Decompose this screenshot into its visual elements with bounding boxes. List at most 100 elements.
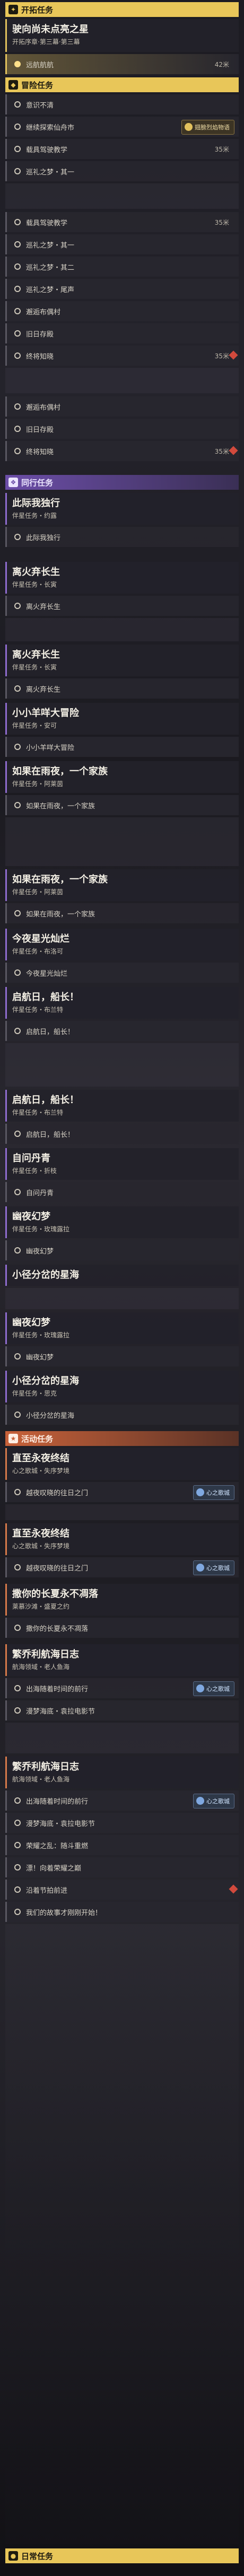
- list-item[interactable]: 如果在雨夜，一个家族: [5, 903, 239, 923]
- circle-icon: [14, 910, 21, 916]
- quest-card[interactable]: 如果在雨夜，一个家族 伴星任务・阿莱茵: [5, 761, 239, 793]
- step-label: 启航日，船长！: [26, 1028, 75, 1036]
- list-item[interactable]: 出海随着时间的前行 心之歌城: [5, 1678, 239, 1698]
- circle-icon: [14, 241, 21, 248]
- step-label: 旧日存殿: [26, 426, 54, 434]
- target-marker-icon: [14, 61, 21, 67]
- quest-card[interactable]: 自问丹青 伴星任务・折枝: [5, 1148, 239, 1180]
- list-item[interactable]: 继续探索仙舟市 翅膀烈焰物语: [5, 117, 239, 137]
- section-header-daily[interactable]: ● 日常任务: [5, 2548, 239, 2563]
- quest-card[interactable]: 幽夜幻梦 伴星任务・玫瑰露拉: [5, 1312, 239, 1344]
- list-item[interactable]: 撒你的长夏永不凋落: [5, 1618, 239, 1638]
- list-item[interactable]: 离火弃长生: [5, 678, 239, 699]
- step-label: 载具驾驶教学: [26, 146, 68, 154]
- quest-card[interactable]: 直至永夜终结 心之歌城・失序梦境: [5, 1448, 239, 1480]
- quest-card[interactable]: 启航日，船长！ 伴星任务・布兰特: [5, 1090, 239, 1122]
- section-header-companion[interactable]: ❖ 同行任务: [5, 475, 239, 490]
- quest-subtitle: 伴星任务・约露: [12, 512, 57, 519]
- list-item[interactable]: 漂！向着荣耀之巅: [5, 1857, 239, 1877]
- quest-card[interactable]: 小小羊咩大冒险 伴星任务・安可: [5, 703, 239, 735]
- list-item[interactable]: 小小羊咩大冒险: [5, 737, 239, 757]
- list-item[interactable]: 幽夜幻梦: [5, 1346, 239, 1366]
- circle-icon: [14, 685, 21, 692]
- divider: [5, 817, 239, 866]
- list-item[interactable]: 漫梦海底・袁拉电影节: [5, 1813, 239, 1833]
- quest-subtitle: 伴星任务・思克: [12, 1390, 57, 1397]
- step-label: 远航航航: [26, 61, 54, 69]
- quest-card[interactable]: 小径分岔的星海 伴星任务・思克: [5, 1371, 239, 1402]
- list-item[interactable]: 终将知晓 35米: [5, 346, 239, 366]
- list-item[interactable]: 如果在雨夜，一个家族: [5, 795, 239, 815]
- section-title: 日常任务: [21, 2551, 54, 2561]
- quest-card[interactable]: 今夜星光灿烂 伴星任务・布洛可: [5, 929, 239, 960]
- list-item[interactable]: 邂逅布偶村: [5, 301, 239, 321]
- list-item[interactable]: 小径分岔的星海: [5, 1405, 239, 1425]
- quest-title: 小小羊咩大冒险: [12, 708, 79, 719]
- list-item[interactable]: 启航日，船长！: [5, 1021, 239, 1041]
- list-item[interactable]: 荣耀之乱：随斗重燃: [5, 1835, 239, 1855]
- list-item[interactable]: 巡礼之梦・其一: [5, 234, 239, 254]
- list-item[interactable]: 出海随着时间的前行 心之歌城: [5, 1790, 239, 1811]
- list-item[interactable]: 此际我独行: [5, 527, 239, 547]
- step-label: 漫梦海底・袁拉电影节: [26, 1820, 95, 1828]
- quest-card[interactable]: 直至永夜终结 心之歌城・失序梦境: [5, 1523, 239, 1555]
- event-badge: 心之歌城: [193, 1485, 234, 1500]
- event-badge-icon: [196, 1488, 204, 1496]
- list-item[interactable]: 载具驾驶教学 35米: [5, 212, 239, 232]
- list-item[interactable]: 意识不清: [5, 94, 239, 114]
- list-item[interactable]: 越夜叹晓的往日之门 心之歌城: [5, 1482, 239, 1502]
- circle-icon: [14, 403, 21, 410]
- list-item[interactable]: 旧日存殿: [5, 323, 239, 343]
- list-item[interactable]: 巡礼之梦・尾声: [5, 279, 239, 299]
- circle-icon: [14, 1886, 21, 1893]
- companion-icon: ❖: [8, 478, 18, 487]
- list-item[interactable]: 终将知晓 35米: [5, 441, 239, 461]
- event-badge: 心之歌城: [193, 1794, 234, 1809]
- list-item[interactable]: 我们的故事才刚刚开始！: [5, 1902, 239, 1922]
- step-label: 离火弃长生: [26, 685, 61, 694]
- quest-card[interactable]: 驶向尚未点亮之星 开拓序章·第三幕·第三幕: [5, 19, 239, 52]
- quest-card[interactable]: 离火弃长生 伴星任务・长寅: [5, 645, 239, 676]
- step-label: 终将知晓: [26, 352, 54, 361]
- event-badge-icon: [196, 1797, 204, 1805]
- quest-title: 幽夜幻梦: [12, 1211, 50, 1222]
- quest-card[interactable]: 如果在雨夜，一个家族 伴星任务・阿莱茵: [5, 869, 239, 901]
- quest-title: 今夜星光灿烂: [12, 933, 69, 945]
- marker-icon: [229, 446, 238, 455]
- list-item[interactable]: 今夜星光灿烂: [5, 963, 239, 983]
- list-item[interactable]: 幽夜幻梦: [5, 1240, 239, 1260]
- circle-icon: [14, 1909, 21, 1915]
- quest-card[interactable]: 此际我独行 伴星任务・约露: [5, 493, 239, 525]
- list-item[interactable]: 巡礼之梦・其一: [5, 161, 239, 181]
- circle-icon: [14, 308, 21, 314]
- list-item[interactable]: 载具驾驶教学 35米: [5, 139, 239, 159]
- quest-card[interactable]: 繁乔利航海日志 航海领域・老人鱼海: [5, 1644, 239, 1676]
- quest-card[interactable]: 幽夜幻梦 伴星任务・玫瑰露拉: [5, 1206, 239, 1238]
- section-header-trailblaze[interactable]: ✦ 开拓任务: [5, 2, 239, 17]
- quest-title: 如果在雨夜，一个家族: [12, 874, 108, 885]
- quest-step-selected[interactable]: 远航航航 42米: [5, 54, 239, 74]
- step-distance: 35米: [214, 218, 229, 226]
- list-item[interactable]: 越夜叹晓的往日之门 心之歌城: [5, 1557, 239, 1577]
- quest-card[interactable]: 启航日，船长！ 伴星任务・布兰特: [5, 987, 239, 1019]
- step-label: 旧日存殿: [26, 330, 54, 339]
- list-item[interactable]: 自问丹青: [5, 1182, 239, 1202]
- section-header-event[interactable]: ★ 活动任务: [5, 1431, 239, 1446]
- circle-icon: [14, 168, 21, 174]
- divider: [5, 1723, 239, 1753]
- quest-title: 小径分岔的星海: [12, 1375, 79, 1387]
- quest-card[interactable]: 小径分岔的星海: [5, 1265, 239, 1286]
- quest-card[interactable]: 撒你的长夏永不凋落 莱慕沙滩・盛夏之约: [5, 1584, 239, 1616]
- quest-card[interactable]: 离火弃长生 伴星任务・长寅: [5, 562, 239, 594]
- list-item[interactable]: 启航日，船长！: [5, 1124, 239, 1144]
- list-item[interactable]: 旧日存殿: [5, 419, 239, 439]
- list-item[interactable]: 邂逅布偶村: [5, 396, 239, 417]
- quest-card[interactable]: 繁乔利航海日志 航海领域・老人鱼海: [5, 1757, 239, 1788]
- list-item[interactable]: 离火弃长生: [5, 596, 239, 616]
- step-distance: 42米: [214, 60, 229, 68]
- list-item[interactable]: 巡礼之梦・其二: [5, 257, 239, 277]
- list-item[interactable]: 漫梦海底・袁拉电影节: [5, 1700, 239, 1721]
- quest-title: 离火弃长生: [12, 567, 60, 578]
- list-item[interactable]: 沿着节拍前进: [5, 1880, 239, 1900]
- section-header-adventure[interactable]: ◆ 冒险任务: [5, 77, 239, 92]
